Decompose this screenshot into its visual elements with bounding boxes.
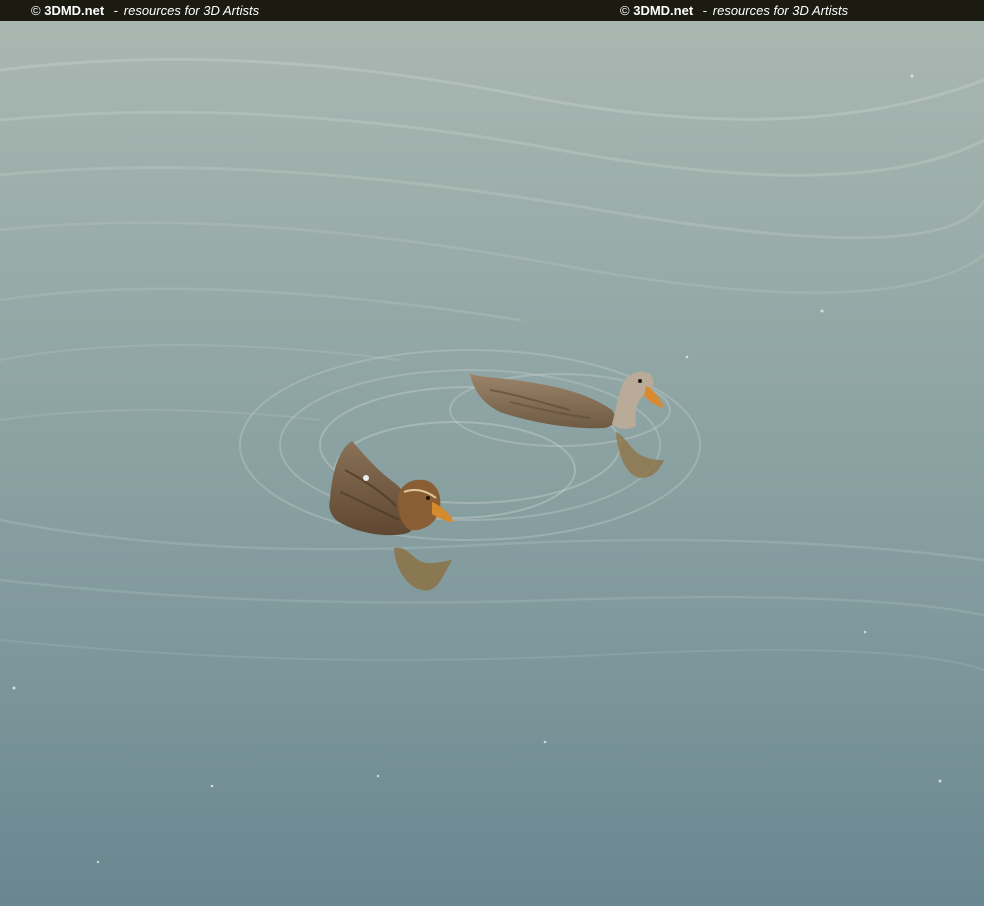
water-background	[0, 21, 984, 906]
watermark-tagline: resources for 3D Artists	[712, 3, 849, 18]
watermark-brand: 3DMD.net	[633, 3, 694, 18]
water-illustration	[0, 21, 984, 906]
watermark-left: © 3DMD.net - resources for 3D Artists	[31, 0, 259, 21]
copyright-symbol: ©	[31, 3, 41, 18]
copyright-symbol: ©	[620, 3, 630, 18]
watermark-right: © 3DMD.net - resources for 3D Artists	[620, 0, 848, 21]
photo-frame: © 3DMD.net - resources for 3D Artists © …	[0, 0, 984, 906]
watermark-bar: © 3DMD.net - resources for 3D Artists © …	[0, 0, 984, 21]
watermark-tagline: resources for 3D Artists	[123, 3, 260, 18]
water-surface	[0, 21, 984, 906]
watermark-separator: -	[702, 3, 708, 18]
watermark-brand: 3DMD.net	[44, 3, 105, 18]
watermark-separator: -	[113, 3, 119, 18]
